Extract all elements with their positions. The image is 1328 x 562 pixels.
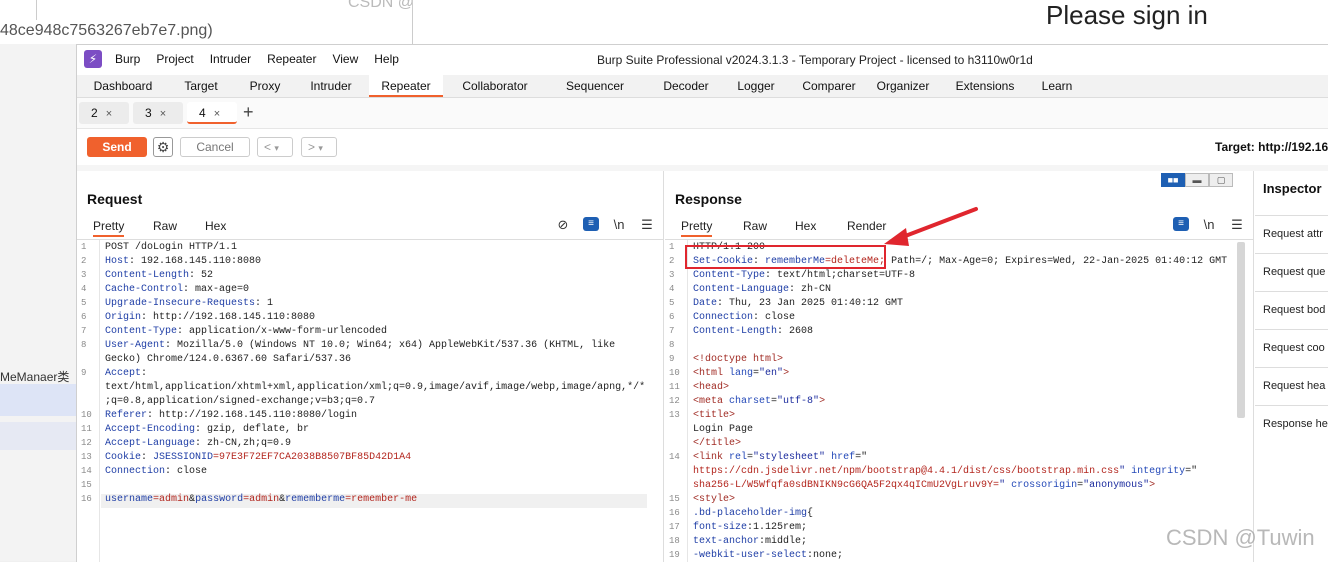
annotation-arrow-icon (884, 207, 978, 246)
csdn-watermark: CSDN @Tuwin (1166, 525, 1315, 550)
